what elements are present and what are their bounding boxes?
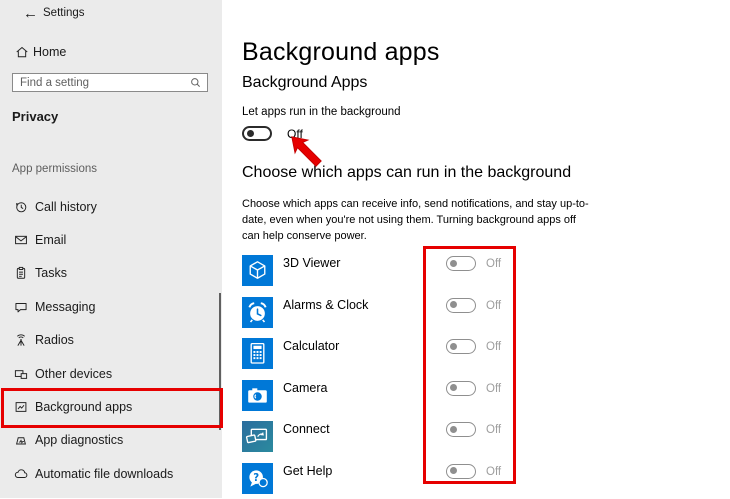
app-name: Alarms & Clock xyxy=(283,298,368,312)
sidebar-item-label: Background apps xyxy=(35,400,132,414)
home-label: Home xyxy=(33,45,66,59)
search-input[interactable] xyxy=(13,77,190,89)
sidebar-item-messaging[interactable]: Messaging xyxy=(0,290,222,323)
sidebar-item-label: Radios xyxy=(35,333,74,347)
app-title: Settings xyxy=(43,7,85,19)
sidebar-item-other-devices[interactable]: Other devices xyxy=(0,357,222,390)
sidebar-scrollbar[interactable] xyxy=(219,293,221,430)
3d-viewer-tile-icon xyxy=(242,255,273,286)
app-row-3d-viewer: 3D Viewer Off xyxy=(242,250,712,292)
sidebar-item-email[interactable]: Email xyxy=(0,223,222,256)
get-help-toggle[interactable] xyxy=(446,464,476,479)
app-name: Calculator xyxy=(283,339,339,353)
toggle-knob xyxy=(247,130,254,137)
app-name: Connect xyxy=(283,422,330,436)
search-icon[interactable] xyxy=(190,77,201,88)
sidebar-item-call-history[interactable]: Call history xyxy=(0,190,222,223)
sidebar-item-label: Call history xyxy=(35,200,97,214)
app-name: Camera xyxy=(283,381,327,395)
background-apps-icon xyxy=(13,400,28,415)
sidebar: ← Settings Home Privacy App permissions xyxy=(0,0,222,498)
toggle-knob xyxy=(450,384,457,391)
app-toggle-state: Off xyxy=(486,300,501,312)
search-box[interactable] xyxy=(12,73,208,92)
master-toggle-label: Let apps run in the background xyxy=(242,106,401,118)
get-help-tile-icon: ? xyxy=(242,463,273,494)
connect-toggle[interactable] xyxy=(446,422,476,437)
app-list: 3D Viewer Off Alarms & Clock Off xyxy=(242,250,712,499)
other-devices-icon xyxy=(13,366,28,381)
sidebar-item-app-diagnostics[interactable]: App diagnostics xyxy=(0,424,222,457)
3d-viewer-toggle[interactable] xyxy=(446,256,476,271)
toggle-knob xyxy=(450,426,457,433)
app-row-calculator: Calculator Off xyxy=(242,333,712,375)
app-toggle-state: Off xyxy=(486,466,501,478)
sidebar-item-label: Tasks xyxy=(35,266,67,280)
toggle-knob xyxy=(450,260,457,267)
radios-icon xyxy=(13,333,28,348)
sidebar-item-tasks[interactable]: Tasks xyxy=(0,257,222,290)
app-name: Get Help xyxy=(283,464,332,478)
sidebar-item-label: Email xyxy=(35,233,66,247)
camera-tile-icon xyxy=(242,380,273,411)
group-label: App permissions xyxy=(12,163,97,175)
sidebar-nav: Call history Email Tas xyxy=(0,190,222,491)
home-icon xyxy=(15,45,29,59)
sidebar-item-label: Messaging xyxy=(35,300,95,314)
choose-apps-heading: Choose which apps can run in the backgro… xyxy=(242,164,571,182)
alarms-clock-toggle[interactable] xyxy=(446,298,476,313)
alarms-clock-tile-icon xyxy=(242,297,273,328)
svg-text:?: ? xyxy=(253,472,259,483)
toggle-knob xyxy=(450,343,457,350)
choose-apps-description: Choose which apps can receive info, send… xyxy=(242,196,594,244)
cloud-download-icon xyxy=(13,466,28,481)
calculator-tile-icon xyxy=(242,338,273,369)
call-history-icon xyxy=(13,199,28,214)
messaging-icon xyxy=(13,299,28,314)
titlebar: ← Settings xyxy=(0,5,222,23)
camera-toggle[interactable] xyxy=(446,381,476,396)
app-row-alarms-clock: Alarms & Clock Off xyxy=(242,292,712,334)
background-apps-heading: Background Apps xyxy=(242,74,367,92)
background-apps-master-toggle[interactable] xyxy=(242,126,272,141)
back-arrow-icon[interactable]: ← xyxy=(23,5,38,23)
app-row-camera: Camera Off xyxy=(242,375,712,417)
sidebar-item-radios[interactable]: Radios xyxy=(0,324,222,357)
tasks-icon xyxy=(13,266,28,281)
settings-window: ← Settings Home Privacy App permissions xyxy=(0,0,730,498)
app-row-connect: Connect Off xyxy=(242,416,712,458)
sidebar-item-home[interactable]: Home xyxy=(0,42,222,62)
app-name: 3D Viewer xyxy=(283,256,340,270)
sidebar-item-automatic-file-downloads[interactable]: Automatic file downloads xyxy=(0,457,222,490)
email-icon xyxy=(13,233,28,248)
connect-tile-icon xyxy=(242,421,273,452)
master-toggle-state: Off xyxy=(287,127,303,141)
app-toggle-state: Off xyxy=(486,424,501,436)
main-content: Background apps Background Apps Let apps… xyxy=(222,0,730,498)
app-toggle-state: Off xyxy=(486,383,501,395)
page-title: Background apps xyxy=(242,38,440,67)
sidebar-item-label: App diagnostics xyxy=(35,433,123,447)
sidebar-item-label: Other devices xyxy=(35,367,112,381)
sidebar-item-background-apps[interactable]: Background apps xyxy=(0,390,222,423)
calculator-toggle[interactable] xyxy=(446,339,476,354)
app-toggle-state: Off xyxy=(486,341,501,353)
toggle-knob xyxy=(450,301,457,308)
sidebar-item-label: Automatic file downloads xyxy=(35,467,173,481)
category-title: Privacy xyxy=(12,109,58,124)
toggle-knob xyxy=(450,467,457,474)
app-toggle-state: Off xyxy=(486,258,501,270)
app-row-get-help: ? Get Help Off xyxy=(242,458,712,499)
app-diagnostics-icon xyxy=(13,433,28,448)
